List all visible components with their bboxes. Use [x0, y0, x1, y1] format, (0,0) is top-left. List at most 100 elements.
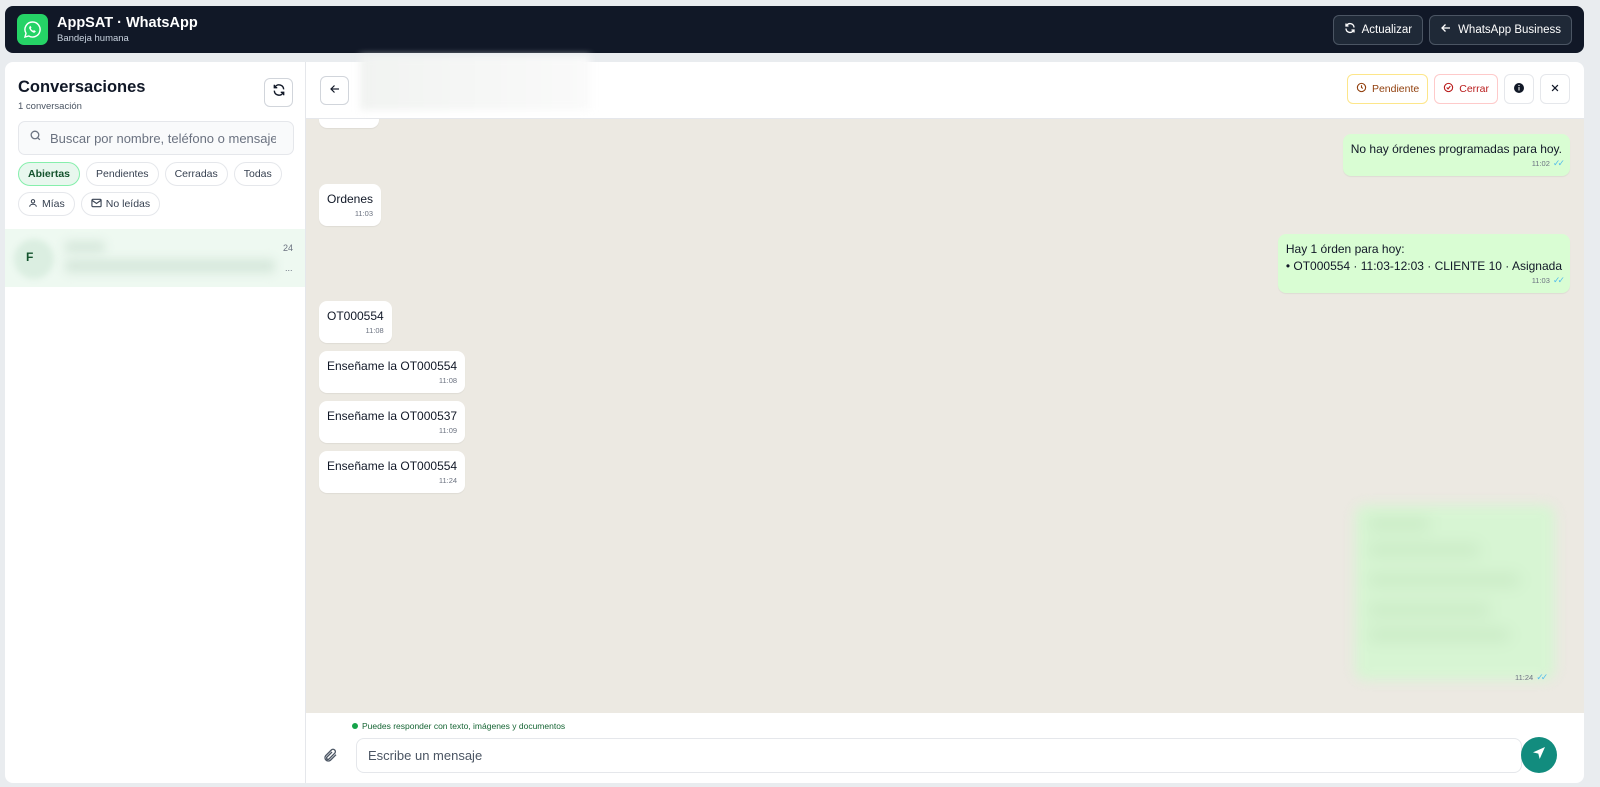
message-text-line: Hay 1 órden para hoy: [1285, 242, 1405, 256]
message-time: 11:08 [438, 376, 458, 385]
extra-filter-row: Mías No leídas [18, 192, 161, 216]
message-text: Ordenes [327, 192, 374, 206]
message-bubble: OT000554 11:08 [319, 301, 392, 343]
close-conversation-label: Cerrar [1459, 83, 1489, 95]
message-time: 11:08 [365, 326, 384, 335]
refresh-icon [272, 83, 286, 102]
refresh-conversations-button[interactable] [264, 78, 293, 107]
attach-button[interactable] [319, 746, 341, 768]
message-bubble: Enseñame la OT000537 11:09 [319, 401, 466, 443]
conversation-count: 1 conversación [18, 101, 82, 112]
send-icon [1531, 745, 1547, 766]
filter-chip-abiertas[interactable]: Abiertas [18, 162, 81, 186]
message-bubble: Enseñame la OT000554 11:24 [319, 451, 466, 493]
user-icon [28, 198, 38, 211]
filter-chip-mias-label: Mías [42, 198, 65, 210]
avatar [14, 239, 54, 279]
filter-chip-no-leidas-label: No leídas [105, 198, 151, 210]
filter-chip-todas[interactable]: Todas [233, 162, 282, 186]
search-icon [29, 129, 42, 147]
blurred-contact-name [65, 241, 105, 253]
blurred-last-message [65, 259, 275, 273]
message-time: 11:09 [438, 426, 458, 435]
message-meta: 11:24 [439, 472, 457, 489]
status-dot-icon [352, 723, 358, 729]
refresh-button-label: Actualizar [1361, 23, 1413, 36]
conversation-list-item[interactable]: F 24 ... [5, 229, 305, 287]
message-meta: 11:03 ✓✓ [1531, 272, 1565, 289]
message-meta: 11:03 [355, 205, 373, 222]
message-meta: 11:02 ✓✓ [1531, 155, 1565, 172]
info-button[interactable] [1504, 74, 1534, 104]
whatsapp-icon [17, 14, 48, 45]
message-input[interactable] [356, 738, 1522, 773]
app-title: AppSAT · WhatsApp [57, 14, 198, 31]
filter-chip-pendientes[interactable]: Pendientes [86, 162, 159, 186]
message-meta: 11:08 [366, 322, 384, 339]
whatsapp-business-button[interactable]: WhatsApp Business [1429, 14, 1572, 45]
header-actions: Actualizar WhatsApp Business [1332, 14, 1572, 45]
message-meta: 11:24 ✓✓ [1515, 672, 1548, 683]
close-conversation-button[interactable]: Cerrar [1434, 74, 1498, 104]
check-circle-icon [1443, 82, 1454, 96]
back-button[interactable] [320, 76, 349, 105]
sidebar-title: Conversaciones [18, 78, 146, 96]
message-text-line: • OT000554 · 11:03-12:03 · CLIENTE 10 · … [1285, 259, 1562, 273]
blurred-line [1369, 575, 1519, 585]
arrow-left-icon [329, 82, 341, 100]
search-input[interactable] [50, 130, 276, 146]
refresh-button[interactable]: Actualizar [1332, 14, 1424, 45]
blurred-line [1369, 519, 1429, 529]
message-composer: Puedes responder con texto, imágenes y d… [306, 713, 1584, 783]
message-bubble: No hay órdenes programadas para hoy. 11:… [1342, 134, 1570, 176]
blurred-line [1369, 605, 1489, 615]
chat-header: Pendiente Cerrar [306, 56, 1584, 119]
message-time: 11:02 [1531, 159, 1550, 168]
app-title-block: AppSAT · WhatsApp Bandeja humana [57, 15, 198, 45]
conversation-time: 24 [283, 243, 294, 253]
blurred-contact-header [360, 56, 590, 110]
send-button[interactable] [1521, 737, 1557, 773]
mail-icon [91, 198, 102, 211]
search-box [18, 121, 294, 155]
mark-pending-button[interactable]: Pendiente [1346, 74, 1429, 104]
close-icon [1550, 83, 1560, 96]
arrow-left-icon [1440, 22, 1452, 37]
message-bubble: Hay 1 órden para hoy: • OT000554 · 11:03… [1277, 234, 1570, 293]
info-icon [1513, 82, 1525, 97]
filter-chip-mias[interactable]: Mías [18, 192, 75, 216]
message-text: Enseñame la OT000554 [327, 359, 458, 373]
whatsapp-business-label: WhatsApp Business [1458, 23, 1561, 36]
message-bubble-cut [319, 119, 379, 128]
conversation-ellipsis: ... [285, 263, 293, 273]
blurred-line [1369, 545, 1479, 555]
avatar-initial: F [26, 250, 34, 264]
chat-header-actions: Pendiente Cerrar [1346, 74, 1570, 104]
double-check-icon: ✓✓ [1552, 158, 1565, 168]
message-meta: 11:08 [439, 372, 457, 389]
mark-pending-label: Pendiente [1371, 83, 1420, 95]
message-text: No hay órdenes programadas para hoy. [1350, 142, 1562, 156]
message-meta: 11:09 [439, 422, 457, 439]
refresh-icon [1344, 22, 1356, 37]
message-time: 11:24 [438, 476, 458, 485]
paperclip-icon [322, 747, 338, 768]
app-header: AppSAT · WhatsApp Bandeja humana Actuali… [5, 6, 1584, 53]
app-subtitle: Bandeja humana [57, 32, 129, 44]
message-time: 11:24 [1515, 673, 1534, 682]
filter-chip-cerradas[interactable]: Cerradas [164, 162, 228, 186]
filter-chip-no-leidas[interactable]: No leídas [80, 192, 161, 216]
message-text: OT000554 [327, 309, 384, 323]
message-text: Enseñame la OT000554 [327, 459, 458, 473]
conversations-sidebar: Conversaciones 1 conversación Abiertas P… [5, 62, 306, 783]
composer-hint: Puedes responder con texto, imágenes y d… [352, 721, 565, 731]
double-check-icon: ✓✓ [1552, 275, 1565, 285]
message-time: 11:03 [354, 209, 374, 218]
composer-hint-text: Puedes responder con texto, imágenes y d… [362, 721, 566, 731]
status-filter-row: Abiertas Pendientes Cerradas Todas [18, 162, 282, 186]
message-bubble: Ordenes 11:03 [319, 184, 382, 226]
message-time: 11:03 [1531, 276, 1550, 285]
close-panel-button[interactable] [1540, 74, 1570, 104]
blurred-message-bubble [1355, 505, 1555, 680]
message-bubble: Enseñame la OT000554 11:08 [319, 351, 466, 393]
